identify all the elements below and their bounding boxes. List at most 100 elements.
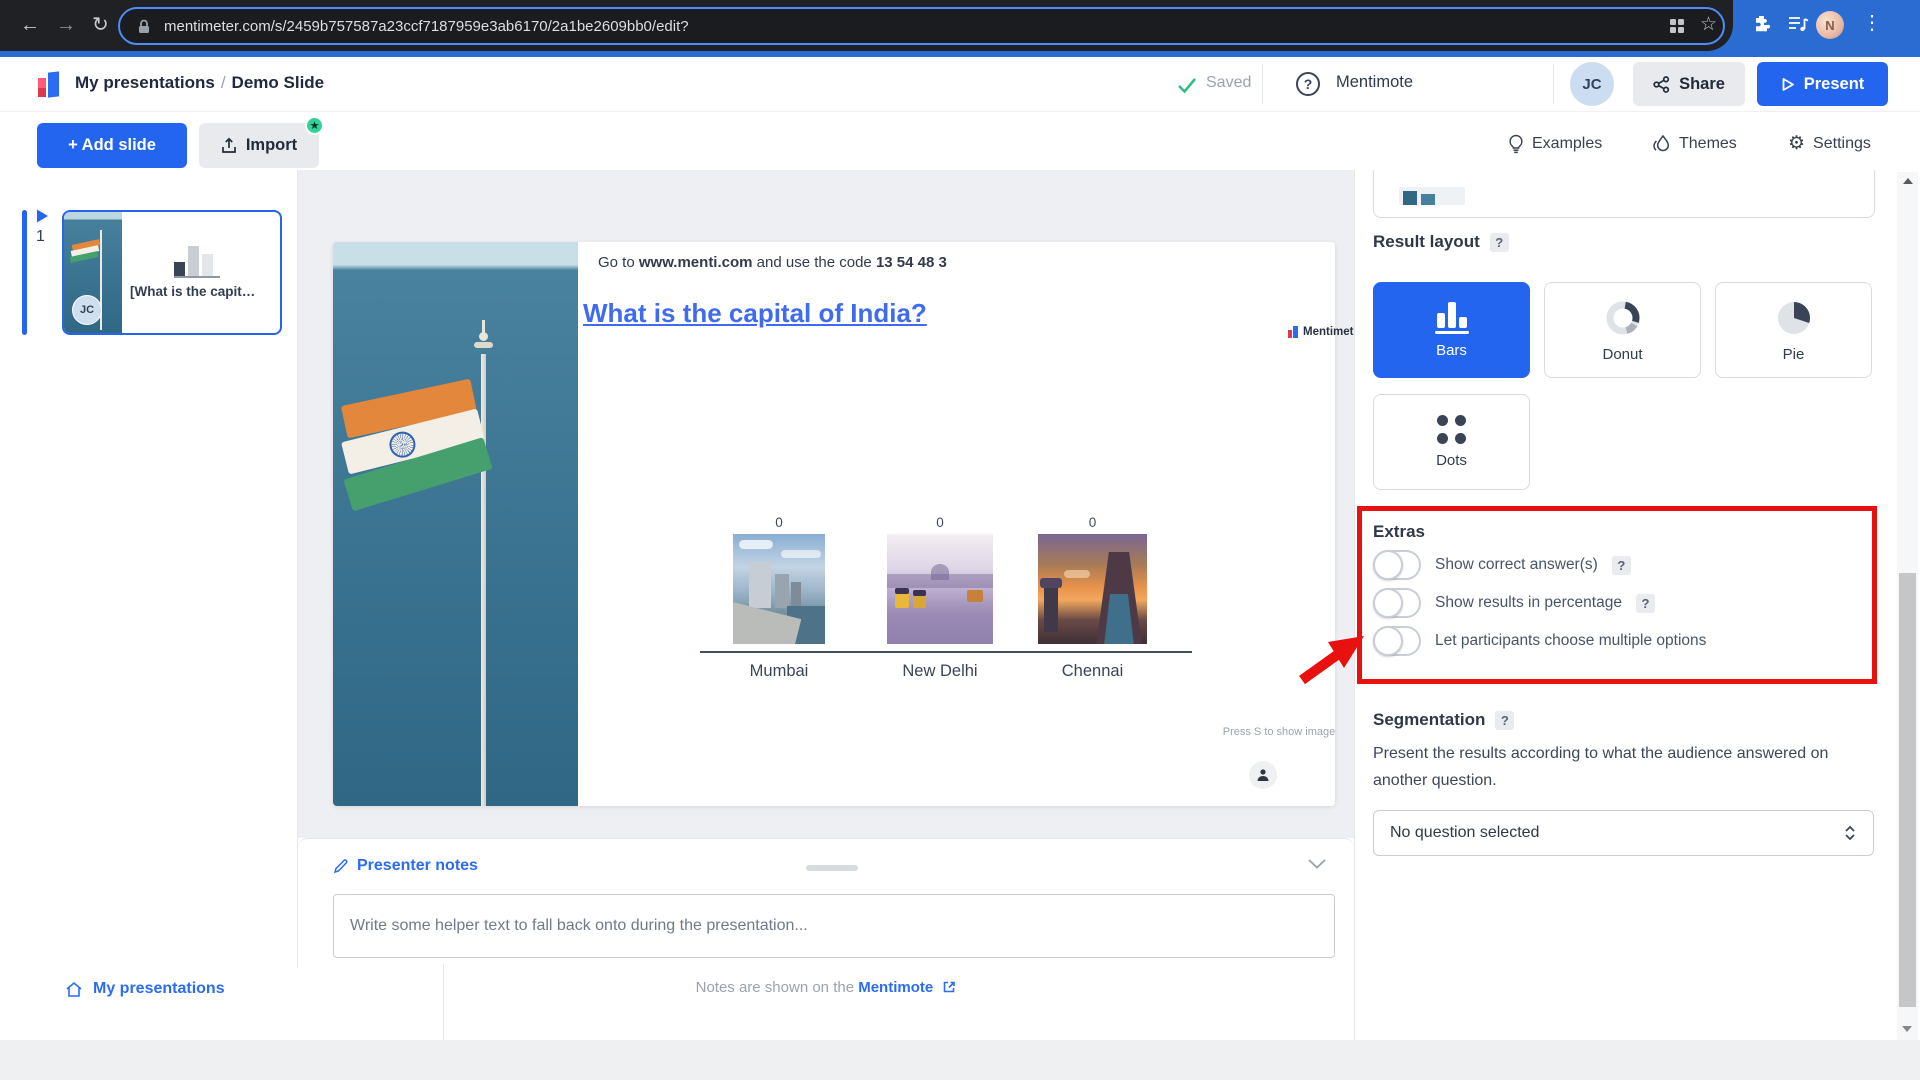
bars-chart-icon (1434, 301, 1469, 334)
thumbnail-flag-image: JC (64, 212, 122, 333)
user-avatar[interactable]: JC (1570, 62, 1614, 106)
presenter-notes-input[interactable] (333, 894, 1335, 958)
settings-button[interactable]: ⚙ Settings (1788, 134, 1871, 153)
mentimeter-watermark: Mentimeter (1288, 326, 1364, 338)
browser-chrome: ← → ↻ mentimeter.com/s/2459b757587a23ccf… (0, 0, 1920, 57)
browser-menu-icon[interactable]: ⋮ (1862, 10, 1882, 35)
segmentation-description: Present the results according to what th… (1373, 745, 1829, 789)
scroll-down-icon[interactable] (1902, 1026, 1912, 1032)
slide-background-image (333, 242, 578, 806)
forward-icon[interactable]: → (56, 12, 76, 38)
presenter-notes-header[interactable]: Presenter notes (333, 857, 478, 875)
result-layout-heading: Result layout ? (1373, 232, 1509, 252)
home-icon (65, 981, 83, 998)
slide-play-icon[interactable] (34, 208, 50, 224)
import-button[interactable]: Import (199, 123, 319, 168)
option-label-chennai: Chennai (1061, 662, 1124, 680)
editor-toolbar: + Add slide Import ★ Examples Themes ⚙ S… (0, 112, 1920, 170)
mentimote-help-icon[interactable]: ? (1296, 72, 1320, 96)
slide-canvas[interactable]: Go to www.menti.com and use the code 13 … (333, 242, 1364, 806)
address-bar[interactable]: mentimeter.com/s/2459b757587a23ccf718795… (118, 7, 1725, 45)
play-icon (1781, 77, 1795, 92)
layout-option-donut[interactable]: Donut (1544, 282, 1701, 378)
show-percentage-toggle[interactable] (1373, 588, 1421, 618)
help-badge[interactable]: ? (1495, 710, 1515, 730)
layout-option-bars[interactable]: Bars (1373, 282, 1530, 378)
chart-axis-line (700, 651, 1192, 653)
presenter-notes-panel: Presenter notes Notes are shown on the M… (298, 838, 1354, 1040)
segmentation-select[interactable]: No question selected (1373, 810, 1874, 856)
mentimote-button[interactable]: Mentimote (1336, 73, 1413, 92)
reload-icon[interactable]: ↻ (92, 12, 109, 38)
breadcrumb: My presentations / Demo Slide (75, 73, 325, 92)
saved-check-icon (1176, 75, 1198, 95)
option-image-mumbai (733, 534, 825, 644)
toggle-row-show-percentage: Show results in percentage ? (1373, 588, 1655, 618)
browser-toolbar: ← → ↻ mentimeter.com/s/2459b757587a23ccf… (0, 0, 1733, 51)
help-badge[interactable]: ? (1611, 555, 1631, 575)
toggle-row-show-correct-answers: Show correct answer(s) ? (1373, 550, 1631, 580)
import-premium-star-badge: ★ (305, 116, 324, 135)
image-preview-thumbnail[interactable] (1399, 187, 1465, 205)
themes-button[interactable]: Themes (1652, 134, 1737, 153)
dots-chart-icon (1437, 415, 1466, 444)
slide-thumbnail[interactable]: JC [What is the capit… (62, 210, 282, 335)
option-image-chennai (1038, 534, 1147, 644)
breadcrumb-root[interactable]: My presentations (75, 73, 215, 92)
option-image-new-delhi (887, 534, 993, 644)
slide-number: 1 (36, 228, 45, 245)
examples-button[interactable]: Examples (1508, 134, 1602, 154)
browser-profile-avatar[interactable]: N (1816, 11, 1844, 39)
share-button[interactable]: Share (1633, 62, 1745, 106)
breadcrumb-current[interactable]: Demo Slide (232, 73, 325, 92)
image-section-card-partial (1373, 170, 1875, 218)
upload-icon (221, 137, 237, 154)
tab-grid-icon[interactable] (1668, 17, 1686, 35)
layout-option-dots[interactable]: Dots (1373, 394, 1530, 490)
add-slide-button[interactable]: + Add slide (37, 123, 187, 168)
vote-count: 0 (936, 515, 944, 530)
toggle-row-multiple-options: Let participants choose multiple options (1373, 626, 1706, 656)
segmentation-heading: Segmentation ? (1373, 710, 1515, 730)
lock-icon (136, 18, 152, 36)
thumbnail-avatar: JC (72, 295, 102, 325)
collapse-chevron-icon[interactable] (1308, 859, 1326, 869)
pen-icon (333, 858, 349, 874)
vote-count: 0 (1088, 515, 1097, 530)
help-badge[interactable]: ? (1635, 593, 1655, 613)
reading-list-icon[interactable] (1788, 15, 1810, 33)
mentimeter-logo-icon[interactable] (37, 71, 63, 98)
scrollbar-thumb[interactable] (1899, 573, 1916, 1007)
url-text: mentimeter.com/s/2459b757587a23ccf718795… (164, 17, 689, 35)
header-divider (1553, 64, 1554, 104)
mentimeter-editor-window: ← → ↻ mentimeter.com/s/2459b757587a23ccf… (0, 0, 1920, 1080)
select-updown-icon (1843, 824, 1857, 842)
option-label-new-delhi: New Delhi (902, 662, 978, 680)
ashoka-chakra (386, 428, 419, 461)
scroll-up-icon[interactable] (1902, 178, 1913, 184)
present-button[interactable]: Present (1757, 62, 1888, 106)
extras-heading: Extras (1373, 522, 1425, 541)
option-label-mumbai: Mumbai (749, 662, 809, 680)
panel-drag-handle[interactable] (806, 865, 858, 871)
help-badge[interactable]: ? (1489, 232, 1509, 252)
extensions-puzzle-icon[interactable] (1752, 14, 1771, 33)
notes-footer: Notes are shown on the Mentimote (298, 979, 1354, 996)
mentimote-footer-link[interactable]: Mentimote (858, 979, 933, 996)
thumbnail-chart-icon (174, 244, 220, 278)
my-presentations-link[interactable]: My presentations (65, 980, 225, 998)
layout-option-pie[interactable]: Pie (1715, 282, 1872, 378)
share-icon (1653, 75, 1670, 93)
bookmark-star-icon[interactable]: ☆ (1700, 13, 1717, 36)
back-icon[interactable]: ← (20, 12, 40, 38)
question-title[interactable]: What is the capital of India? (583, 298, 927, 329)
active-slide-indicator (22, 210, 27, 335)
participants-icon[interactable] (1249, 761, 1277, 789)
multiple-options-toggle[interactable] (1373, 626, 1421, 656)
join-code: 13 54 48 3 (875, 254, 947, 271)
app-header: My presentations / Demo Slide Saved ? Ment… (0, 57, 1920, 112)
footer-divider (443, 964, 444, 1040)
saved-status: Saved (1206, 74, 1252, 91)
show-correct-answers-toggle[interactable] (1373, 550, 1421, 580)
external-link-icon (942, 980, 956, 994)
